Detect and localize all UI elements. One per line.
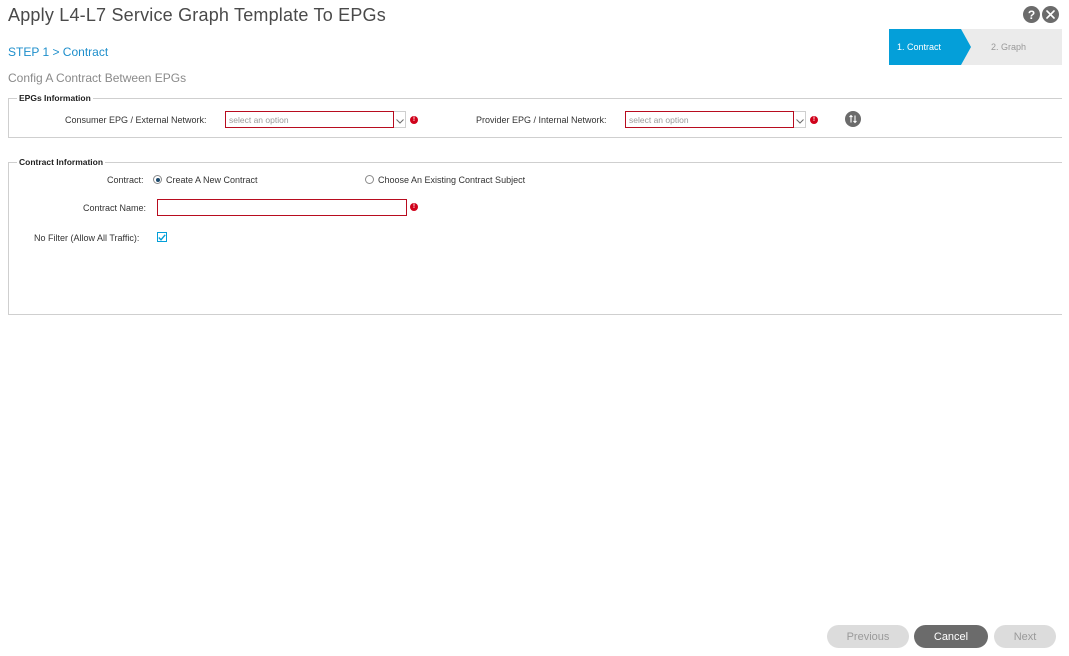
contract-name-label: Contract Name: (83, 203, 147, 213)
consumer-epg-dropdown-toggle[interactable] (394, 111, 406, 128)
previous-button[interactable]: Previous (827, 625, 909, 648)
wizard-step-graph[interactable]: 2. Graph (991, 29, 1026, 65)
cancel-button[interactable]: Cancel (914, 625, 988, 648)
next-button[interactable]: Next (994, 625, 1056, 648)
contract-name-input[interactable] (157, 199, 407, 216)
no-filter-checkbox[interactable] (157, 232, 167, 242)
provider-epg-error-icon: ! (810, 116, 818, 124)
step-breadcrumb: STEP 1 > Contract (8, 45, 109, 59)
epgs-information-legend: EPGs Information (19, 93, 91, 103)
contract-label: Contract: (107, 175, 144, 185)
no-filter-label: No Filter (Allow All Traffic): (34, 233, 140, 243)
provider-epg-dropdown-toggle[interactable] (794, 111, 806, 128)
existing-contract-radio[interactable] (365, 175, 374, 184)
swap-icon[interactable] (845, 111, 861, 127)
create-new-contract-label[interactable]: Create A New Contract (166, 175, 258, 185)
page-subtitle: Config A Contract Between EPGs (8, 71, 187, 85)
page-title: Apply L4-L7 Service Graph Template To EP… (8, 5, 386, 25)
help-icon[interactable]: ? (1023, 6, 1040, 23)
consumer-epg-error-icon: ! (410, 116, 418, 124)
checkmark-icon (158, 228, 166, 246)
create-new-contract-radio[interactable] (153, 175, 162, 184)
provider-epg-select[interactable]: select an option (625, 111, 794, 128)
wizard-progress: 1. Contract 2. Graph (889, 29, 1062, 65)
contract-name-error-icon: ! (410, 203, 418, 211)
chevron-down-icon (795, 111, 804, 129)
consumer-epg-label: Consumer EPG / External Network: (65, 115, 207, 125)
close-icon[interactable] (1042, 6, 1059, 23)
existing-contract-label[interactable]: Choose An Existing Contract Subject (378, 175, 525, 185)
wizard-step-arrow (961, 29, 971, 65)
consumer-epg-select[interactable]: select an option (225, 111, 394, 128)
contract-information-legend: Contract Information (19, 157, 104, 167)
chevron-down-icon (395, 111, 404, 129)
wizard-step-contract[interactable]: 1. Contract (889, 29, 961, 65)
provider-epg-label: Provider EPG / Internal Network: (476, 115, 607, 125)
